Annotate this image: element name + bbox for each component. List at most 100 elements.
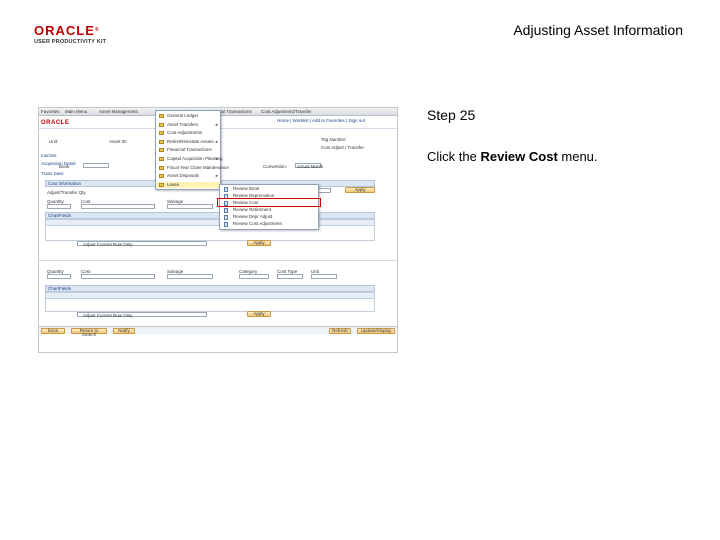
oracle-upk-logo: ORACLE® USER PRODUCTIVITY KIT — [34, 24, 124, 46]
adjust-current-row-label-1: Adjust Current Row Only — [83, 242, 133, 247]
menu-item-label: Financial Transactions — [167, 147, 212, 153]
document-icon — [224, 215, 228, 220]
folder-icon — [159, 131, 164, 136]
apply-button-top[interactable]: Apply — [345, 187, 375, 193]
menu-item-label: Asset Disposals — [167, 173, 200, 179]
chevron-right-icon: ▸ — [215, 138, 218, 144]
chartfields-header-2: ChartFields — [45, 285, 375, 292]
return-to-search-button[interactable]: Return to Search — [71, 328, 107, 337]
quantity-field-2[interactable] — [47, 274, 71, 279]
menu-item-retire-reinstate[interactable]: Retire/Reinstate Assets ▸ — [156, 139, 220, 146]
chevron-right-icon: ▸ — [215, 121, 218, 127]
table-header-row — [46, 220, 374, 226]
folder-icon — [159, 139, 164, 144]
document-icon — [224, 222, 228, 227]
chartfields-header-1: ChartFields — [45, 212, 375, 219]
menu-item-label: General Ledger — [167, 113, 199, 118]
menubar-favorites[interactable]: Favorites — [41, 109, 60, 114]
unit-label: Unit: — [49, 139, 59, 144]
chevron-right-icon: ▸ — [215, 156, 218, 161]
page-footer-toolbar: Done Return to Search Notify Refresh Upd… — [39, 326, 397, 337]
folder-icon — [159, 148, 164, 153]
convention-label: Convention: — [263, 164, 288, 169]
convention-value: Actual Month — [297, 164, 324, 169]
logo-wordmark: ORACLE® — [34, 24, 124, 37]
notify-button[interactable]: Notify — [113, 328, 135, 334]
adjust-current-row-label-2: Adjust Current Row Only — [83, 313, 133, 318]
step-title: Step 25 — [427, 107, 476, 123]
submenu-item-label: Review Depr Adjust — [233, 214, 273, 219]
tag-number-label: Tag Number: — [321, 137, 347, 142]
menu-item-fiscal-year-close[interactable]: Fiscal Year Close Maintenance — [156, 165, 229, 172]
submenu-item-review-cost-adjustment[interactable]: Review Cost Adjustment — [220, 221, 318, 228]
menubar-main-menu[interactable]: Main Menu — [65, 109, 87, 114]
transaction-type-label: Cost Adjust / Transfer — [321, 145, 365, 150]
apply-button-2[interactable]: Apply — [247, 311, 271, 317]
menu-item-asset-transfers[interactable]: Asset Transfers ▸ — [156, 122, 220, 129]
done-button[interactable]: Done — [41, 328, 65, 334]
qty-field[interactable] — [317, 188, 331, 193]
submenu-item-review-retirement[interactable]: Review Retirement — [220, 207, 318, 214]
section-divider — [39, 260, 397, 261]
menu-item-label: Retire/Reinstate Assets — [167, 138, 214, 144]
folder-icon — [159, 114, 164, 118]
menu-item-lease[interactable]: Lease — [156, 181, 220, 189]
cost-field-1[interactable] — [81, 204, 155, 209]
salvage-field-1[interactable] — [167, 204, 213, 209]
refresh-button[interactable]: Refresh — [329, 328, 351, 334]
folder-icon — [159, 165, 164, 170]
inactive-tab[interactable]: Inactive — [41, 153, 57, 158]
instruction-prefix: Click the — [427, 149, 481, 164]
document-icon — [224, 208, 228, 213]
quantity-field-1[interactable] — [47, 204, 71, 209]
document-icon — [224, 187, 228, 192]
asset-transactions-dropdown: General Ledger Asset Transfers ▸ Cost Adj… — [155, 110, 229, 190]
book-label: Book: — [59, 164, 71, 169]
folder-icon — [159, 174, 164, 179]
page-title: Adjusting Asset Information — [513, 22, 683, 38]
chartfields-table-1 — [45, 219, 375, 241]
menu-item-label: Capital Acquisition Planning — [167, 156, 223, 161]
menu-item-general-ledger[interactable]: General Ledger — [156, 113, 220, 120]
apply-button-1[interactable]: Apply — [247, 240, 271, 246]
category-field[interactable] — [239, 274, 269, 279]
menu-item-cost-adjustments[interactable]: Cost Adjustments — [156, 130, 220, 137]
unit-field-2[interactable] — [311, 274, 337, 279]
menu-item-financial-transactions[interactable]: Financial Transactions — [156, 147, 220, 154]
menu-item-label: Asset Transfers — [167, 121, 199, 127]
update-display-button[interactable]: Update/Display — [357, 328, 395, 334]
menubar-asset-management[interactable]: Asset Management — [99, 109, 138, 114]
logo-registered-mark: ® — [94, 27, 100, 33]
chartfields-table-2 — [45, 292, 375, 312]
folder-icon — [159, 182, 164, 187]
menu-item-capital-acquisition[interactable]: Capital Acquisition Planning ▸ — [156, 156, 223, 163]
trans-date-link[interactable]: Trans Date: — [41, 171, 64, 176]
app-top-links[interactable]: Home | Worklist | Add to Favorites | Sig… — [277, 118, 365, 123]
asset-id-label: Asset ID: — [109, 139, 128, 144]
cost-type-field[interactable] — [277, 274, 303, 279]
instruction-suffix: menu. — [557, 149, 598, 164]
submenu-item-review-depr-adjust[interactable]: Review Depr Adjust — [220, 214, 318, 221]
menubar-cost-adjustment[interactable]: Cost Adjustment/Transfer — [261, 109, 312, 114]
submenu-item-label: Review Retirement — [233, 207, 272, 212]
adjust-transfer-qty-label: Adjust/Transfer Qty — [47, 190, 86, 195]
review-cost-highlight[interactable] — [217, 198, 321, 207]
cost-field-2[interactable] — [81, 274, 155, 279]
app-logo: ORACLE — [41, 120, 70, 126]
book-field[interactable] — [83, 163, 109, 168]
menu-item-label: Fiscal Year Close Maintenance — [167, 164, 229, 170]
instruction-target: Review Cost — [480, 149, 558, 164]
folder-icon — [159, 122, 164, 127]
application-screenshot: Favorites Main Menu Asset Management Ass… — [38, 107, 398, 353]
menu-item-label: Lease — [167, 181, 180, 187]
folder-icon — [159, 157, 164, 161]
submenu-item-label: Review Cost Adjustment — [233, 221, 282, 226]
menu-item-asset-disposals[interactable]: Asset Disposals ▸ — [156, 173, 220, 180]
submenu-item-label: Review Book — [233, 186, 260, 191]
menu-item-label: Cost Adjustments — [167, 130, 203, 136]
step-instruction: Click the Review Cost menu. — [427, 149, 598, 164]
salvage-field-2[interactable] — [167, 274, 213, 279]
review-submenu: Review Book Review Depreciation Review C… — [219, 184, 319, 230]
submenu-item-review-book[interactable]: Review Book — [220, 186, 318, 193]
logo-text: ORACLE — [34, 23, 95, 38]
